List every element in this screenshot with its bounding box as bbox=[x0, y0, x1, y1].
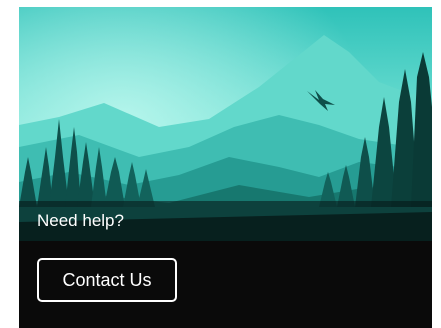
help-text: Need help? bbox=[37, 211, 124, 230]
help-card: Need help? Contact Us bbox=[19, 7, 432, 328]
contact-us-button[interactable]: Contact Us bbox=[37, 258, 177, 302]
action-bar: Contact Us bbox=[19, 241, 432, 328]
help-banner: Need help? bbox=[19, 201, 432, 241]
bird-icon bbox=[307, 90, 335, 111]
